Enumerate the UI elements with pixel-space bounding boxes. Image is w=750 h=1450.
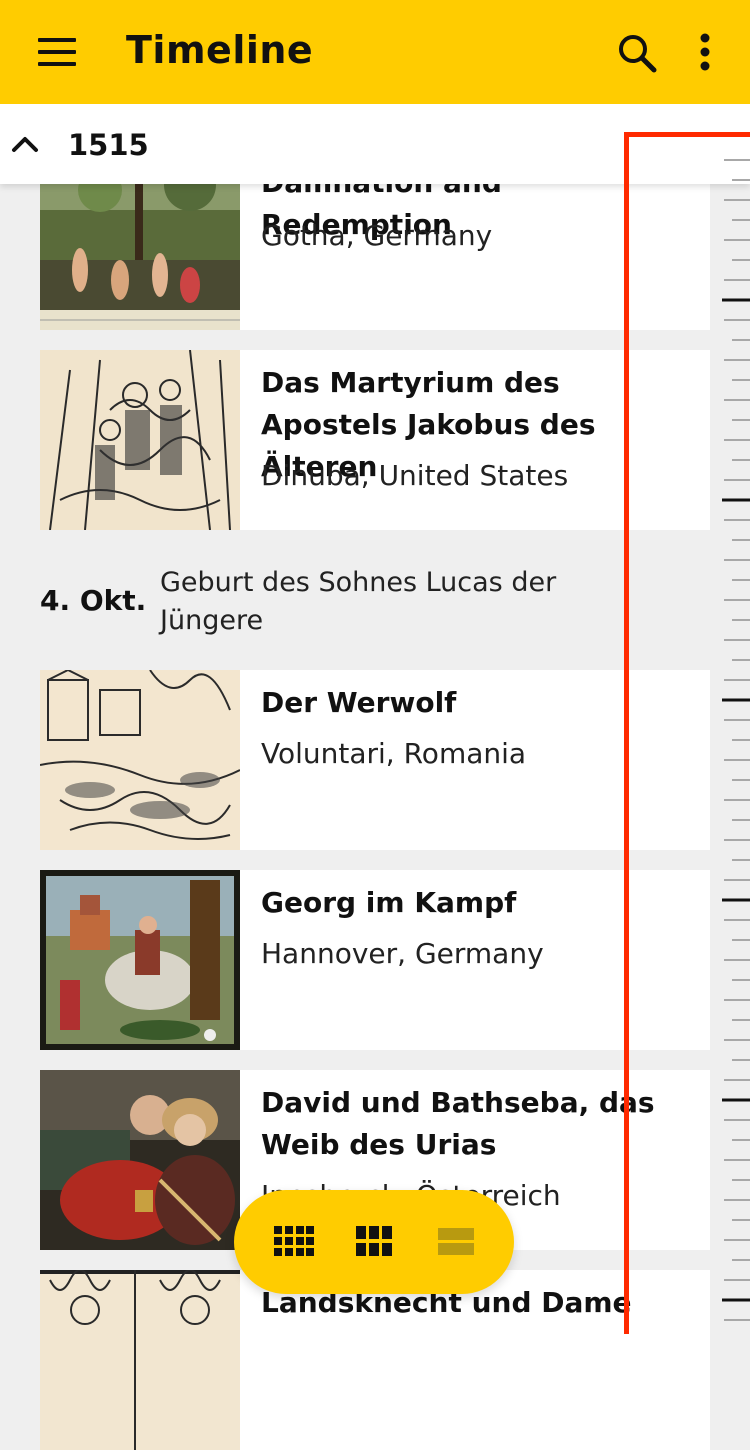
artwork-thumbnail	[40, 870, 240, 1050]
artwork-card[interactable]: Das Martyrium des Apostels Jakobus des Ä…	[40, 350, 710, 530]
year-label: 1515	[68, 128, 149, 162]
artwork-title: Der Werwolf	[261, 686, 457, 719]
artwork-location: Voluntari, Romania	[261, 737, 527, 770]
artwork-thumbnail	[40, 670, 240, 850]
chevron-up-icon[interactable]	[8, 128, 42, 162]
artwork-thumbnail	[40, 1270, 240, 1450]
artwork-card[interactable]: Georg im Kampf Hannover, Germany	[40, 870, 710, 1050]
artwork-card[interactable]: Der Werwolf Voluntari, Romania	[40, 670, 710, 850]
page-title: Timeline	[126, 28, 314, 72]
view-switcher	[234, 1190, 514, 1294]
artwork-thumbnail	[40, 350, 240, 530]
app-bar: Timeline	[0, 0, 750, 104]
search-icon[interactable]	[616, 32, 660, 76]
grid-small-icon[interactable]	[274, 1226, 314, 1262]
timeline-scrubber[interactable]	[624, 132, 750, 1334]
artwork-title: Georg im Kampf	[261, 886, 517, 919]
grid-large-icon[interactable]	[356, 1226, 392, 1262]
event-date: 4. Okt.	[40, 584, 147, 617]
timeline-event: 4. Okt. Geburt des Sohnes Lucas der Jüng…	[40, 564, 640, 644]
artwork-location: Gotha, Germany	[261, 219, 493, 252]
more-vertical-icon[interactable]	[690, 32, 720, 76]
artwork-location: Hannover, Germany	[261, 937, 544, 970]
artwork-thumbnail	[40, 1070, 240, 1250]
artwork-card[interactable]: Landsknecht und Dame	[40, 1270, 710, 1450]
hamburger-menu-icon[interactable]	[38, 38, 78, 66]
artwork-title: David und Bathseba, das Weib des Urias	[261, 1086, 655, 1161]
artwork-location: Dinuba, United States	[261, 459, 569, 492]
event-description: Geburt des Sohnes Lucas der Jüngere	[160, 567, 557, 636]
list-icon[interactable]	[438, 1226, 474, 1262]
